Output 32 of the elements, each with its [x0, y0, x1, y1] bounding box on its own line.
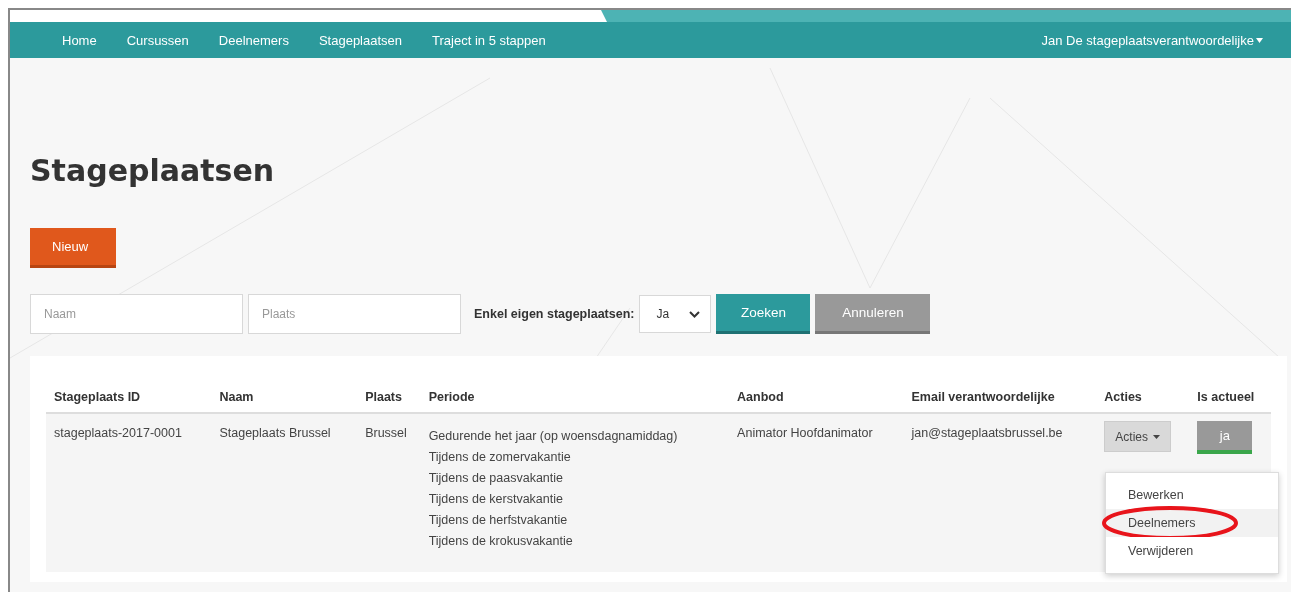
table-cell: Stageplaats Brussel — [211, 413, 358, 572]
cancel-button[interactable]: Annuleren — [815, 294, 931, 334]
place-field[interactable]: Plaats — [248, 294, 461, 334]
period-text: Tijdens de kerstvakantie — [428, 491, 564, 508]
table-cell: Animator Hoofdanimator — [729, 413, 904, 572]
period-text: Tijdens de paasvakantie — [428, 470, 564, 487]
caret-icon — [1153, 434, 1160, 439]
name-field[interactable]: Naam — [30, 294, 243, 334]
nav-link[interactable]: Cursussen — [126, 32, 189, 48]
nav-link[interactable]: Deelnemers — [218, 32, 289, 48]
table-cell: Brussel — [357, 413, 421, 572]
period-text: Tijdens de krokusvakantie — [428, 533, 574, 550]
search-button[interactable]: Zoeken — [716, 294, 811, 334]
user-menu[interactable]: Jan De stageplaatsverantwoordelijke — [1041, 32, 1263, 48]
period-text: Tijdens de zomervakantie — [428, 449, 572, 466]
actions-button[interactable]: Acties — [1104, 421, 1171, 452]
nav-link[interactable]: Traject in 5 stappen — [432, 32, 546, 48]
period-text: Tijdens de herfstvakantie — [428, 512, 569, 529]
table-cell: jan@stageplaatsbrussel.be — [903, 413, 1097, 572]
nav-link[interactable]: Home — [62, 32, 97, 48]
caret-icon — [1256, 37, 1263, 43]
filter-label: Enkel eigen stageplaatsen: — [474, 307, 635, 321]
current-toggle[interactable]: ja — [1197, 421, 1253, 454]
nav-link[interactable]: Stageplaatsen — [318, 32, 403, 48]
chevron-down-icon — [689, 310, 701, 318]
table-cell: stageplaats-2017-0001 — [46, 413, 212, 572]
own-select[interactable]: Ja — [639, 295, 712, 333]
menu-item[interactable]: Verwijderen — [1106, 537, 1278, 565]
new-button[interactable]: Nieuw — [30, 228, 116, 268]
period-text: Gedurende het jaar (op woensdagnamiddag) — [428, 428, 679, 445]
menu-item[interactable]: Bewerken — [1106, 481, 1278, 509]
page-title: Stageplaatsen — [30, 153, 275, 188]
